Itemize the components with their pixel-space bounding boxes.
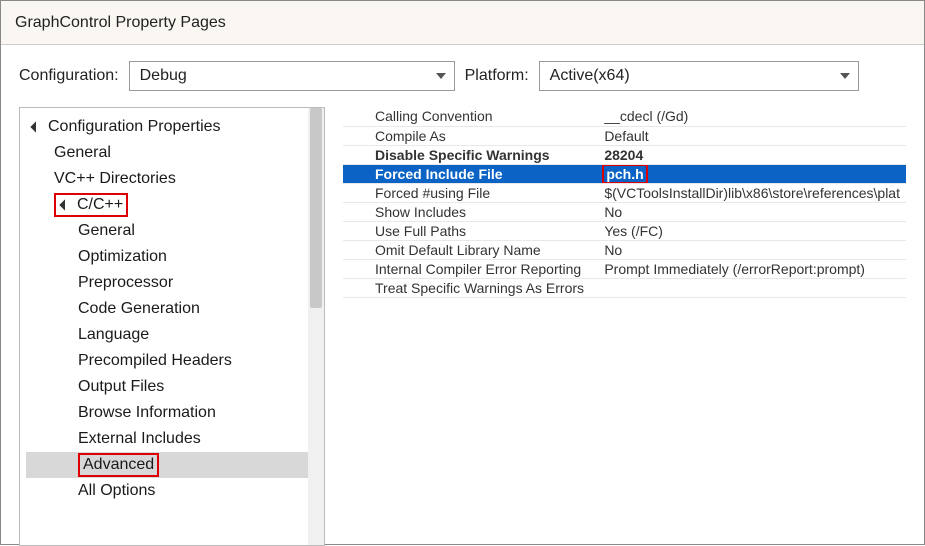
property-row[interactable]: Forced Include Filepch.h — [343, 164, 906, 183]
property-name: Show Includes — [343, 202, 598, 221]
property-value[interactable]: No — [598, 202, 906, 221]
tree-item-general[interactable]: General — [26, 218, 324, 244]
property-name: Omit Default Library Name — [343, 240, 598, 259]
tree-item-label: Configuration Properties — [48, 119, 221, 135]
property-row[interactable]: Disable Specific Warnings28204 — [343, 145, 906, 164]
tree-item-highlight-box: Advanced — [78, 453, 159, 477]
property-value[interactable]: 28204 — [598, 145, 906, 164]
platform-value: Active(x64) — [550, 67, 630, 85]
tree-item-output-files[interactable]: Output Files — [26, 374, 324, 400]
property-name: Forced Include File — [343, 164, 598, 183]
platform-dropdown[interactable]: Active(x64) — [539, 61, 859, 91]
tree-scrollbar[interactable] — [308, 108, 324, 545]
property-row[interactable]: Calling Convention__cdecl (/Gd) — [343, 107, 906, 126]
expand-arrow-icon[interactable] — [30, 120, 44, 134]
tree-item-vc-directories[interactable]: VC++ Directories — [26, 166, 324, 192]
chevron-down-icon — [436, 73, 446, 79]
property-name: Disable Specific Warnings — [343, 145, 598, 164]
content-area: Configuration Properties General VC++ Dire… — [1, 107, 924, 546]
topbar: Configuration: Debug Platform: Active(x6… — [1, 45, 924, 107]
property-grid[interactable]: Calling Convention__cdecl (/Gd)Compile A… — [343, 107, 906, 298]
tree-item-optimization[interactable]: Optimization — [26, 244, 324, 270]
tree-item-label: Language — [78, 327, 149, 343]
property-name: Use Full Paths — [343, 221, 598, 240]
tree-item-language[interactable]: Language — [26, 322, 324, 348]
property-row[interactable]: Treat Specific Warnings As Errors — [343, 278, 906, 297]
tree-scrollbar-thumb[interactable] — [310, 108, 322, 308]
tree-item-label: Browse Information — [78, 405, 216, 421]
tree-item-label: General — [78, 223, 135, 239]
tree-item-label: Output Files — [78, 379, 164, 395]
window-titlebar: GraphControl Property Pages — [1, 1, 924, 45]
property-row[interactable]: Omit Default Library NameNo — [343, 240, 906, 259]
tree-item-label: Code Generation — [78, 301, 200, 317]
property-name: Forced #using File — [343, 183, 598, 202]
platform-label: Platform: — [465, 67, 529, 85]
tree-item-preprocessor[interactable]: Preprocessor — [26, 270, 324, 296]
tree-item-label: Precompiled Headers — [78, 353, 232, 369]
property-name: Compile As — [343, 126, 598, 145]
configuration-dropdown[interactable]: Debug — [129, 61, 455, 91]
tree-item-label: All Options — [78, 483, 155, 499]
properties-panel: Calling Convention__cdecl (/Gd)Compile A… — [343, 107, 906, 546]
configuration-value: Debug — [140, 67, 187, 85]
tree-item-external-includes[interactable]: External Includes — [26, 426, 324, 452]
property-name: Internal Compiler Error Reporting — [343, 259, 598, 278]
tree-item-label: VC++ Directories — [54, 171, 176, 187]
tree-item-label: Optimization — [78, 249, 167, 265]
property-value[interactable]: __cdecl (/Gd) — [598, 107, 906, 126]
tree-item-label: General — [54, 145, 111, 161]
property-value-highlight-box: pch.h — [602, 164, 647, 183]
tree-item-label: External Includes — [78, 431, 201, 447]
configuration-label: Configuration: — [19, 67, 119, 85]
tree-item-all-options[interactable]: All Options — [26, 478, 324, 504]
property-value[interactable]: $(VCToolsInstallDir)lib\x86\store\refere… — [598, 183, 906, 202]
tree-item-c-cpp[interactable]: C/C++ — [26, 192, 324, 218]
chevron-down-icon — [840, 73, 850, 79]
expand-arrow-icon[interactable] — [59, 198, 73, 212]
property-row[interactable]: Compile AsDefault — [343, 126, 906, 145]
tree-item-code-generation[interactable]: Code Generation — [26, 296, 324, 322]
tree-item-precompiled-headers[interactable]: Precompiled Headers — [26, 348, 324, 374]
property-value[interactable]: pch.h — [598, 164, 906, 183]
tree-item-label: Advanced — [83, 457, 154, 473]
tree-item-browse-information[interactable]: Browse Information — [26, 400, 324, 426]
property-name: Calling Convention — [343, 107, 598, 126]
tree-item-label: Preprocessor — [78, 275, 173, 291]
tree-item-general[interactable]: General — [26, 140, 324, 166]
nav-tree[interactable]: Configuration Properties General VC++ Dire… — [20, 108, 324, 510]
property-value[interactable]: Default — [598, 126, 906, 145]
nav-tree-panel: Configuration Properties General VC++ Dire… — [19, 107, 325, 546]
tree-item-advanced[interactable]: Advanced — [26, 452, 324, 478]
property-value[interactable]: No — [598, 240, 906, 259]
property-row[interactable]: Internal Compiler Error ReportingPrompt … — [343, 259, 906, 278]
tree-item-highlight-box: C/C++ — [54, 193, 128, 217]
window-title: GraphControl Property Pages — [15, 14, 226, 32]
property-row[interactable]: Forced #using File$(VCToolsInstallDir)li… — [343, 183, 906, 202]
property-value[interactable]: Prompt Immediately (/errorReport:prompt) — [598, 259, 906, 278]
tree-item-label: C/C++ — [77, 197, 123, 213]
property-row[interactable]: Use Full PathsYes (/FC) — [343, 221, 906, 240]
property-row[interactable]: Show IncludesNo — [343, 202, 906, 221]
property-name: Treat Specific Warnings As Errors — [343, 278, 598, 297]
property-value[interactable]: Yes (/FC) — [598, 221, 906, 240]
tree-item-config-props[interactable]: Configuration Properties — [26, 114, 324, 140]
property-value[interactable] — [598, 278, 906, 297]
